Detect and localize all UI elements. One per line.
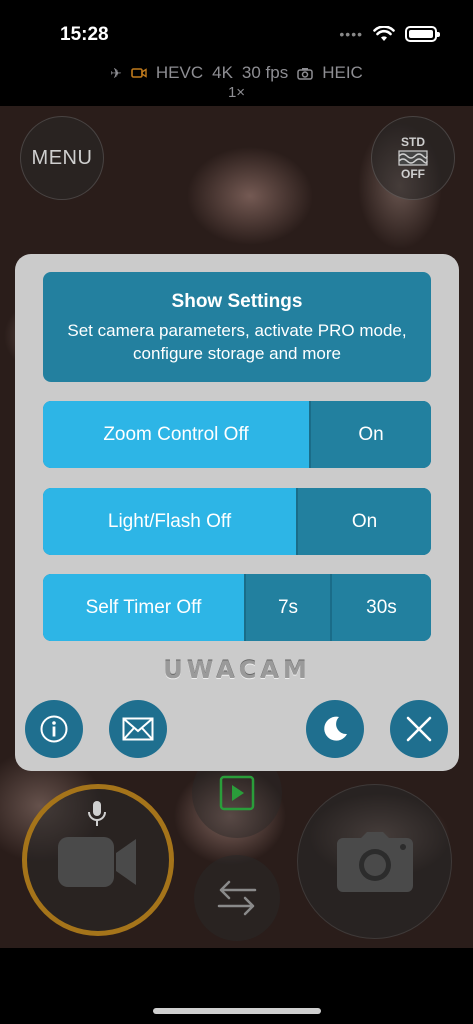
photo-camera-icon (297, 67, 313, 80)
zoom-control-toggle: Zoom Control Off On (43, 401, 431, 468)
status-icons: •••• (339, 26, 440, 42)
self-timer-selector: Self Timer Off 7s 30s (43, 574, 431, 641)
light-flash-on-option[interactable]: On (296, 488, 431, 555)
close-button[interactable] (390, 700, 448, 758)
wifi-icon (373, 26, 395, 41)
switch-camera-button[interactable] (194, 855, 280, 941)
menu-label: MENU (31, 146, 93, 169)
std-toggle-button[interactable]: STD OFF (371, 116, 455, 200)
fps-label: 30 fps (241, 63, 289, 82)
microphone-icon (88, 801, 106, 826)
night-mode-button[interactable] (306, 700, 364, 758)
info-button[interactable] (25, 700, 83, 758)
self-timer-off-option[interactable]: Self Timer Off (43, 574, 244, 641)
close-icon (406, 716, 432, 742)
status-bar: 15:28 •••• (0, 0, 473, 60)
self-timer-30s-option[interactable]: 30s (330, 574, 431, 641)
menu-button[interactable]: MENU (20, 116, 104, 200)
moon-icon (324, 716, 347, 741)
airplane-icon: ✈ (110, 64, 122, 81)
signal-dots-icon: •••• (339, 26, 363, 42)
zoom-control-on-option[interactable]: On (309, 401, 431, 468)
settings-subtitle: Set camera parameters, activate PRO mode… (67, 321, 407, 363)
zoom-level: 1× (227, 84, 246, 101)
camera-icon (336, 831, 413, 892)
show-settings-button[interactable]: Show Settings Set camera parameters, act… (43, 272, 431, 382)
zoom-control-off-option[interactable]: Zoom Control Off (43, 401, 309, 468)
std-top-label: STD (401, 134, 425, 149)
battery-icon (405, 26, 440, 42)
mail-button[interactable] (109, 700, 167, 758)
info-icon (40, 715, 68, 743)
mail-icon (122, 717, 154, 741)
waves-icon (398, 150, 428, 166)
self-timer-7s-option[interactable]: 7s (244, 574, 330, 641)
video-camera-large-icon (58, 837, 136, 887)
photo-format-label: HEIC (322, 63, 363, 82)
std-bottom-label: OFF (401, 167, 425, 181)
settings-title: Show Settings (171, 291, 303, 312)
home-indicator[interactable] (153, 1008, 321, 1014)
status-time: 15:28 (60, 24, 109, 45)
video-camera-icon (131, 68, 147, 78)
play-icon (219, 775, 255, 811)
camera-info-bar: ✈ HEVC 4K 30 fps HEIC 1× (0, 60, 473, 106)
light-flash-toggle: Light/Flash Off On (43, 488, 431, 555)
shutter-button[interactable] (297, 784, 452, 939)
light-flash-off-option[interactable]: Light/Flash Off (43, 488, 296, 555)
resolution-label: 4K (212, 63, 233, 82)
quick-settings-panel: Show Settings Set camera parameters, act… (15, 254, 459, 771)
uwacam-logo: UWACAM (163, 656, 311, 684)
swap-arrows-icon (217, 880, 257, 916)
codec-label: HEVC (155, 63, 204, 82)
